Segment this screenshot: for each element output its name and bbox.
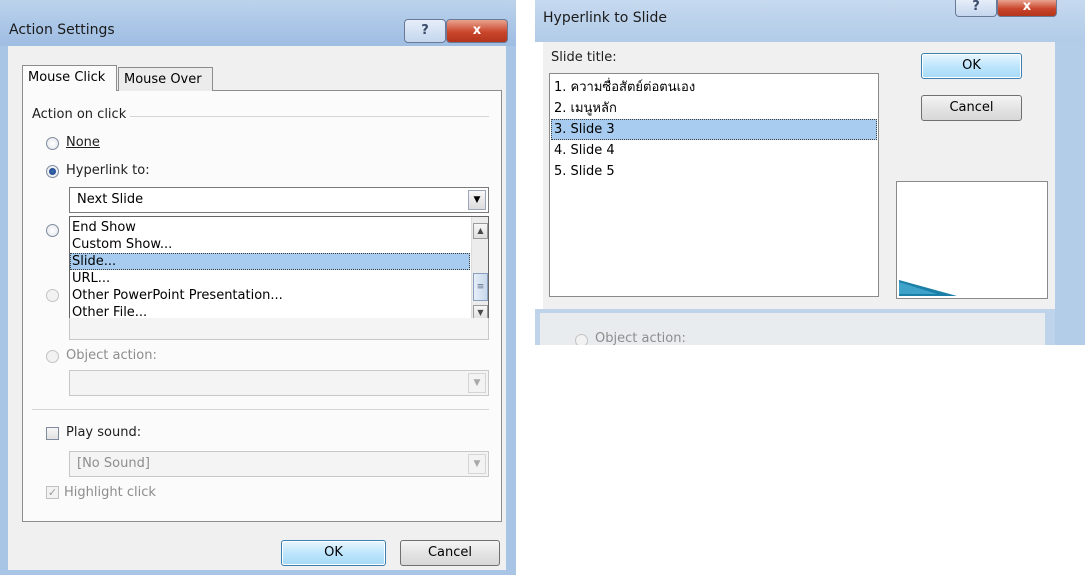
background-object-action-radio xyxy=(575,334,588,345)
question-mark-icon: ? xyxy=(972,0,980,14)
object-action-label: Object action: xyxy=(66,348,157,363)
sound-combobox: [No Sound] ▼ xyxy=(69,451,489,477)
slide-list-item[interactable]: 2. เมนูหลัก xyxy=(551,98,877,119)
question-mark-icon: ? xyxy=(421,23,429,38)
scrollbar-thumb[interactable]: ≡ xyxy=(473,273,488,301)
window-frame-right xyxy=(506,46,516,575)
hyperlink-to-slide-title: Hyperlink to Slide xyxy=(543,10,667,26)
slide-list[interactable]: 1. ความซื่อสัตย์ต่อตนเอง 2. เมนูหลัก 3. … xyxy=(549,73,879,297)
close-button[interactable]: x xyxy=(997,0,1057,17)
underlying-window: Object action: xyxy=(535,309,1055,345)
hyperlink-dropdown-list[interactable]: End Show Custom Show... Slide... URL... … xyxy=(69,216,489,327)
hyperlink-to-slide-dialog: Hyperlink to Slide ? x Slide title: 1. ค… xyxy=(535,0,1085,345)
sound-value: [No Sound] xyxy=(77,456,150,471)
hyperlink-to-label[interactable]: Hyperlink to: xyxy=(66,163,150,178)
play-sound-label[interactable]: Play sound: xyxy=(66,425,141,440)
cancel-button[interactable]: Cancel xyxy=(921,95,1022,121)
scroll-up-icon[interactable]: ▲ xyxy=(473,223,488,239)
cancel-button[interactable]: Cancel xyxy=(400,540,500,566)
close-button[interactable]: x xyxy=(446,19,508,43)
highlight-click-label: Highlight click xyxy=(64,485,156,500)
close-icon: x xyxy=(1022,0,1032,14)
sound-separator xyxy=(32,409,489,410)
help-button[interactable]: ? xyxy=(955,0,997,17)
ok-button[interactable]: OK xyxy=(281,540,386,566)
chevron-down-icon[interactable]: ▼ xyxy=(468,190,486,210)
close-icon: x xyxy=(472,23,482,38)
hyperlink-to-value: Next Slide xyxy=(77,192,144,207)
list-item-slide[interactable]: Slide... xyxy=(70,253,470,270)
object-action-radio xyxy=(46,350,59,363)
list-item-url[interactable]: URL... xyxy=(70,270,470,287)
object-action-combobox: ▼ xyxy=(69,370,489,396)
slide-list-item[interactable]: 1. ความซื่อสัตย์ต่อตนเอง xyxy=(551,77,877,98)
hidden-combo-edge xyxy=(69,318,489,340)
hyperlink-to-radio[interactable] xyxy=(46,165,59,178)
list-item-end-show[interactable]: End Show xyxy=(70,219,470,236)
group-separator xyxy=(130,116,489,117)
play-sound-checkbox[interactable] xyxy=(46,427,59,440)
chevron-down-icon: ▼ xyxy=(468,454,486,474)
slide-list-item[interactable]: 4. Slide 4 xyxy=(551,140,877,161)
tab-mouse-click[interactable]: Mouse Click xyxy=(22,65,117,91)
hyperlink-to-combobox[interactable]: Next Slide ▼ xyxy=(69,187,489,213)
slide-title-label: Slide title: xyxy=(551,50,617,65)
none-radio[interactable] xyxy=(46,137,59,150)
list-item-custom-show[interactable]: Custom Show... xyxy=(70,236,470,253)
none-label[interactable]: None xyxy=(66,135,100,150)
ok-button[interactable]: OK xyxy=(921,53,1022,79)
dropdown-scrollbar[interactable]: ▲ ≡ ▼ xyxy=(471,217,488,326)
action-settings-dialog: Action Settings ? x Mouse Click Mouse Ov… xyxy=(0,0,516,575)
slide-list-item[interactable]: 5. Slide 5 xyxy=(551,161,877,182)
slide-thumbnail-graphic xyxy=(899,280,957,296)
action-on-click-label: Action on click xyxy=(32,107,127,122)
window-frame-bottom xyxy=(0,570,516,575)
help-button[interactable]: ? xyxy=(404,19,446,43)
chevron-down-icon: ▼ xyxy=(468,373,486,393)
highlight-click-checkbox: ✓ xyxy=(46,486,59,499)
run-program-radio[interactable] xyxy=(46,224,59,237)
list-item-other-presentation[interactable]: Other PowerPoint Presentation... xyxy=(70,287,470,304)
window-frame-left xyxy=(0,46,8,575)
action-settings-title: Action Settings xyxy=(9,22,115,38)
background-object-action-label: Object action: xyxy=(595,331,686,345)
window-frame-right xyxy=(1055,42,1085,345)
tab-mouse-over[interactable]: Mouse Over xyxy=(118,67,213,91)
slide-list-item-selected[interactable]: 3. Slide 3 xyxy=(551,119,877,140)
slide-preview xyxy=(896,181,1048,299)
run-macro-radio xyxy=(46,289,59,302)
